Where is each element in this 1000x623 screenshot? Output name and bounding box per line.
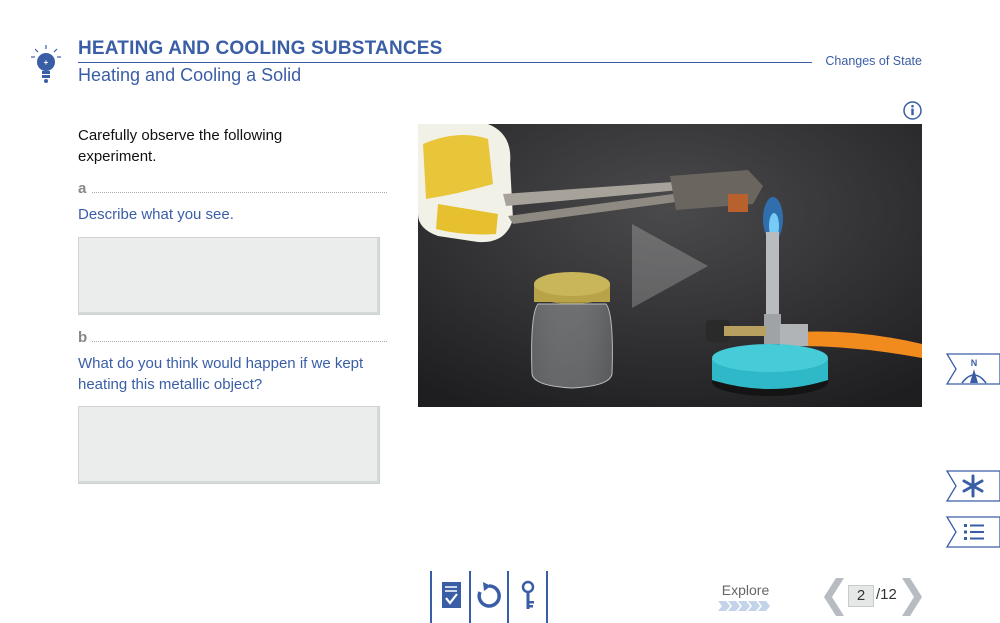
question-a-divider [92,192,387,193]
page-title: HEATING AND COOLING SUBSTANCES [78,38,443,59]
checklist-icon[interactable] [437,579,465,613]
toolbar-divider [430,571,432,623]
toolbar-divider [507,571,509,623]
answer-a-field[interactable] [78,237,380,315]
question-a-text: Describe what you see. [78,206,234,223]
question-b-divider [92,341,387,342]
page-navigator: 2 /12 [822,578,926,616]
title-divider [78,62,812,63]
explore-label: Explore [721,582,770,598]
chevrons-right-icon [718,601,770,611]
chevron-right-icon[interactable] [902,578,924,616]
toolbar-divider [546,571,548,623]
list-icon[interactable] [946,516,1000,548]
svg-text:+: + [44,58,49,67]
toolbar-divider [469,571,471,623]
page-subtitle: Heating and Cooling a Solid [78,65,302,85]
page-number-input[interactable]: 2 [848,585,874,607]
question-a-letter: a [78,180,87,197]
bottom-toolbar [430,571,548,623]
play-icon[interactable] [630,222,710,310]
info-icon[interactable] [903,101,922,120]
key-icon[interactable] [514,579,542,613]
chapter-label: Changes of State [825,54,922,68]
page-total: /12 [876,586,897,603]
reset-icon[interactable] [475,579,503,613]
explore-button[interactable]: Explore [718,582,773,616]
answer-b-field[interactable] [78,406,380,484]
compass-icon[interactable]: N [946,353,1000,385]
chevron-left-icon[interactable] [822,578,844,616]
intro-text: Carefully observe the following experime… [78,127,283,165]
question-b-letter: b [78,329,88,346]
compass-label: N [971,358,978,368]
lightbulb-logo-icon: + [31,45,61,83]
question-b-text: What do you think would happen if we kep… [78,355,364,393]
asterisk-icon[interactable] [946,470,1000,502]
